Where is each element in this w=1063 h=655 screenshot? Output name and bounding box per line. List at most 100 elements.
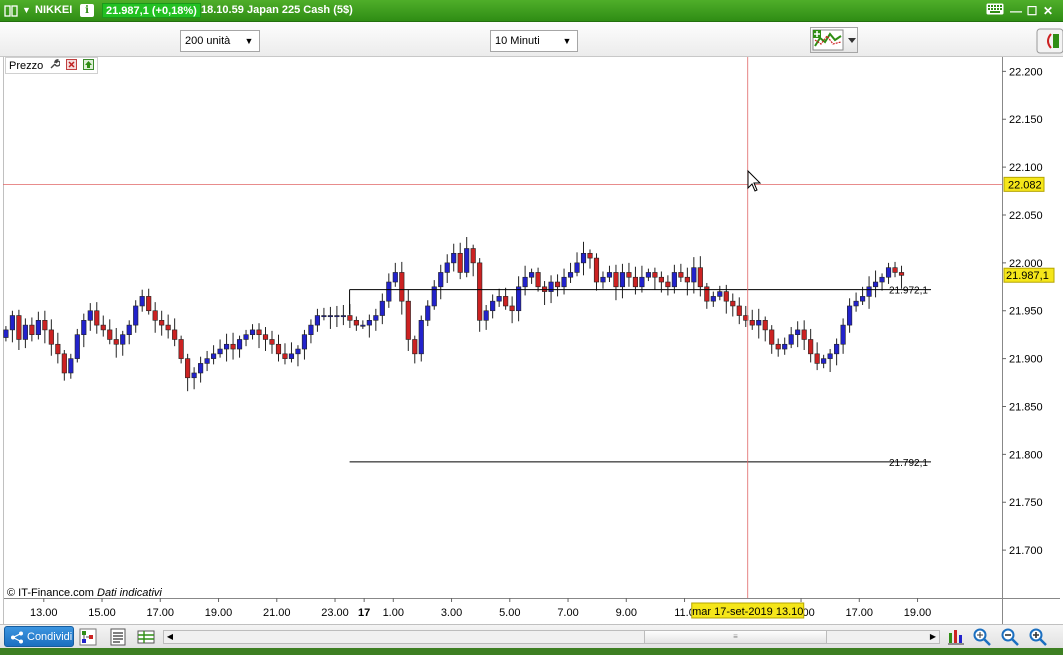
chart-toolbar: 200 unità ▼ 10 Minuti ▼ <box>0 22 1063 57</box>
candle-body <box>710 296 716 302</box>
candle-body <box>678 272 684 278</box>
x-tick-label: 7.00 <box>557 607 578 619</box>
candle-body <box>866 286 872 297</box>
candle-body <box>606 272 613 278</box>
candle-body <box>159 320 165 326</box>
candle-body <box>898 272 905 276</box>
candle-body <box>425 305 431 321</box>
minimize-button[interactable]: — <box>1008 3 1024 19</box>
candle-body <box>301 334 308 350</box>
chevron-down-icon: ▼ <box>244 36 254 46</box>
candle-body <box>275 343 282 355</box>
candle-body <box>379 300 385 316</box>
candle-body <box>529 272 535 278</box>
arrow-up-icon[interactable] <box>83 59 95 70</box>
price-chart[interactable]: 22.200 22.150 22.100 22.050 22.000 21.950 21.9… <box>3 57 1060 624</box>
x-tick-label: 17.00 <box>846 607 874 619</box>
candle-body <box>522 276 528 288</box>
candle-body <box>366 320 372 326</box>
x-tick-label: 21.00 <box>263 607 291 619</box>
candle-body <box>730 300 736 307</box>
candle-body <box>821 358 827 364</box>
candle-body <box>399 272 405 302</box>
maximize-button[interactable]: ☐ <box>1024 3 1040 19</box>
share-button[interactable]: Condividi <box>4 626 74 647</box>
candle-body <box>68 358 74 374</box>
x-tick-label: 1.00 <box>383 607 404 619</box>
window-menu-chevron-icon[interactable]: ▼ <box>22 5 31 15</box>
candle-body <box>756 320 762 326</box>
scroll-left-icon[interactable]: ◀ <box>164 631 176 643</box>
candle-body <box>74 334 80 359</box>
candle-body <box>288 353 295 359</box>
candle-body <box>314 315 320 326</box>
keyboard-icon[interactable] <box>985 3 1005 19</box>
hierarchy-icon[interactable] <box>78 627 98 647</box>
scrollbar-thumb[interactable]: ≡ <box>644 631 827 643</box>
candle-body <box>347 315 353 321</box>
add-indicator-button[interactable] <box>810 27 858 53</box>
candle-body <box>567 272 574 278</box>
candle-body <box>749 320 755 326</box>
candle-body <box>249 329 256 335</box>
candle-body <box>717 291 723 297</box>
instrument-full-name: Japan 225 Cash (5$) <box>247 4 353 16</box>
candle-body <box>574 262 580 273</box>
candle-body <box>16 315 22 340</box>
zoom-out-icon[interactable] <box>1000 627 1020 647</box>
candle-body <box>834 343 840 355</box>
candle-body <box>262 334 269 340</box>
close-button[interactable]: ✕ <box>1040 3 1056 19</box>
chart-scrollbar[interactable]: ◀ ≡ ▶ <box>163 630 940 644</box>
x-tick-label: 17 <box>358 607 370 619</box>
units-select[interactable]: 200 unità ▼ <box>180 30 260 52</box>
candle-body <box>29 324 35 335</box>
x-tick-label: 13.00 <box>30 607 58 619</box>
candle-body <box>860 296 866 302</box>
share-button-label: Condividi <box>27 631 73 643</box>
candle-body <box>9 315 15 331</box>
x-tick-label: 3.00 <box>441 607 462 619</box>
y-tick-label: 22.100 <box>1009 162 1043 174</box>
candle-body <box>684 276 690 283</box>
candle-body <box>554 281 561 288</box>
delayed-data-text: Dati indicativi <box>97 587 162 599</box>
price-chart-canvas[interactable]: 22.20022.15022.10022.05022.00021.95021.9… <box>3 57 1060 624</box>
window-bottom-edge <box>0 648 1063 655</box>
share-icon <box>11 631 23 644</box>
side-panel-toggle-icon[interactable] <box>1035 28 1063 56</box>
candle-body <box>191 372 197 379</box>
candle-body <box>236 339 243 350</box>
zoom-in-icon[interactable] <box>1028 627 1048 647</box>
candle-body <box>185 358 191 379</box>
candle-body <box>107 329 113 340</box>
x-tick-label: 9.00 <box>616 607 637 619</box>
candle-body <box>879 276 885 283</box>
instrument-name: NIKKEI <box>35 4 73 16</box>
level-label: 21.792,1 <box>889 458 928 469</box>
candle-body <box>847 305 853 326</box>
candle-body <box>94 310 100 326</box>
candle-body <box>87 310 93 321</box>
candle-body <box>282 353 288 359</box>
y-tick-label: 21.750 <box>1009 497 1043 509</box>
chart-settings-icon[interactable] <box>946 627 966 647</box>
candle-body <box>217 348 223 355</box>
title-bar: ▼ NIKKEI i 21.987,1 (+0,18%) 18.10.59 Ja… <box>0 0 1063 22</box>
close-panel-icon[interactable] <box>66 59 78 70</box>
scroll-right-icon[interactable]: ▶ <box>927 631 939 643</box>
data-source-note: © IT-Finance.com Dati indicativi <box>7 587 162 599</box>
info-button[interactable]: i <box>80 4 94 17</box>
candle-body <box>892 267 898 273</box>
timeframe-select[interactable]: 10 Minuti ▼ <box>490 30 578 52</box>
price-badge: 21.987,1 (+0,18%) <box>102 3 201 18</box>
y-tick-label: 21.800 <box>1009 449 1043 461</box>
candle-body <box>444 262 450 273</box>
wrench-icon[interactable] <box>49 59 61 70</box>
zoom-fit-icon[interactable] <box>972 627 992 647</box>
candle-body <box>353 320 359 326</box>
list-icon[interactable] <box>108 627 128 647</box>
table-icon[interactable] <box>136 627 156 647</box>
window-icon[interactable] <box>4 5 18 17</box>
candle-body <box>22 324 28 340</box>
